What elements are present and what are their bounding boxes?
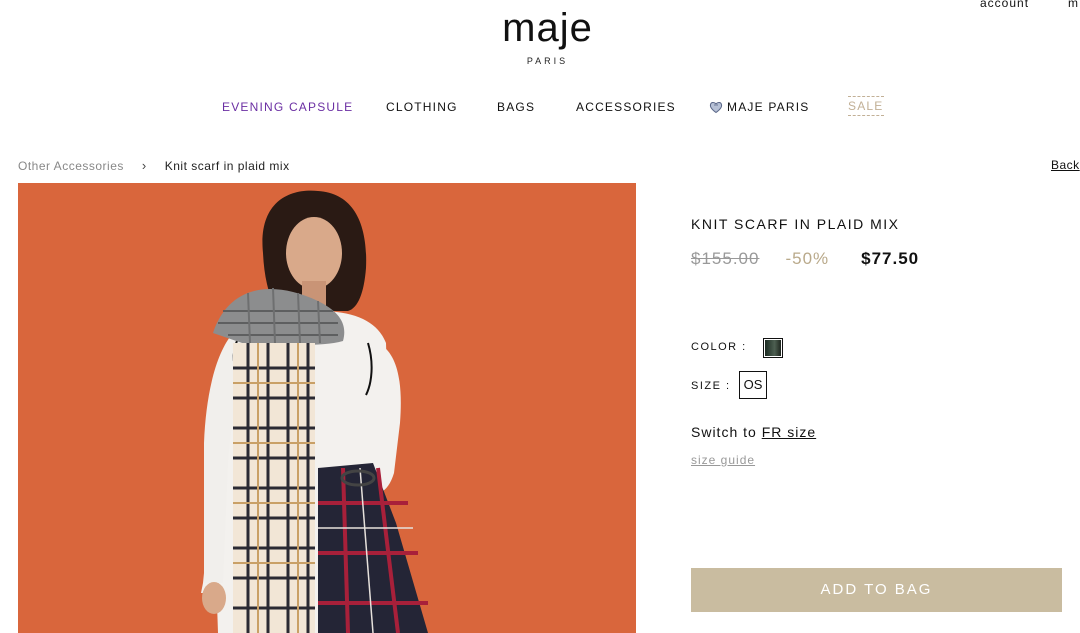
color-swatch-fill [765,340,781,356]
logo-wordmark: maje [502,6,593,50]
logo-subtitle: PARIS [526,56,569,66]
brand-logo[interactable]: maje PARIS [480,6,615,66]
nav-maje-paris-label: MAJE PARIS [727,100,810,114]
chevron-right-icon: › [141,158,147,173]
color-label: COLOR : [691,341,747,353]
main-navigation: EVENING CAPSULE CLOTHING BAGS ACCESSORIE… [0,96,1080,120]
nav-evening-capsule[interactable]: EVENING CAPSULE [222,100,353,114]
product-image[interactable] [18,183,636,633]
truncated-header-link[interactable]: m [1068,0,1079,10]
model-photo-illustration [18,183,636,633]
nav-bags[interactable]: BAGS [497,100,535,114]
size-switch-row: Switch to FR size [691,424,816,440]
heart-badge-icon [709,101,723,114]
discount-badge: -50% [785,249,830,268]
size-guide-link[interactable]: size guide [691,453,755,467]
size-label: SIZE : [691,380,731,392]
sale-price: $77.50 [861,249,920,268]
product-title: KNIT SCARF IN PLAID MIX [691,216,900,232]
original-price: $155.00 [691,249,760,268]
nav-accessories[interactable]: ACCESSORIES [576,100,676,114]
nav-clothing[interactable]: CLOTHING [386,100,458,114]
switch-fr-size-link[interactable]: FR size [762,424,816,440]
account-link[interactable]: account [980,0,1029,10]
price-row: $155.00 -50% $77.50 [691,249,919,269]
breadcrumb-current: Knit scarf in plaid mix [164,158,290,173]
breadcrumb: Other Accessories › Knit scarf in plaid … [18,158,290,173]
nav-maje-paris[interactable]: MAJE PARIS [709,100,809,114]
switch-prefix: Switch to [691,424,757,440]
back-link[interactable]: Back [1051,158,1080,172]
nav-sale[interactable]: SALE [848,96,884,116]
size-option-os[interactable]: OS [739,371,767,399]
color-swatch[interactable] [763,338,783,358]
add-to-bag-button[interactable]: ADD TO BAG [691,568,1062,612]
breadcrumb-parent[interactable]: Other Accessories [18,159,124,173]
